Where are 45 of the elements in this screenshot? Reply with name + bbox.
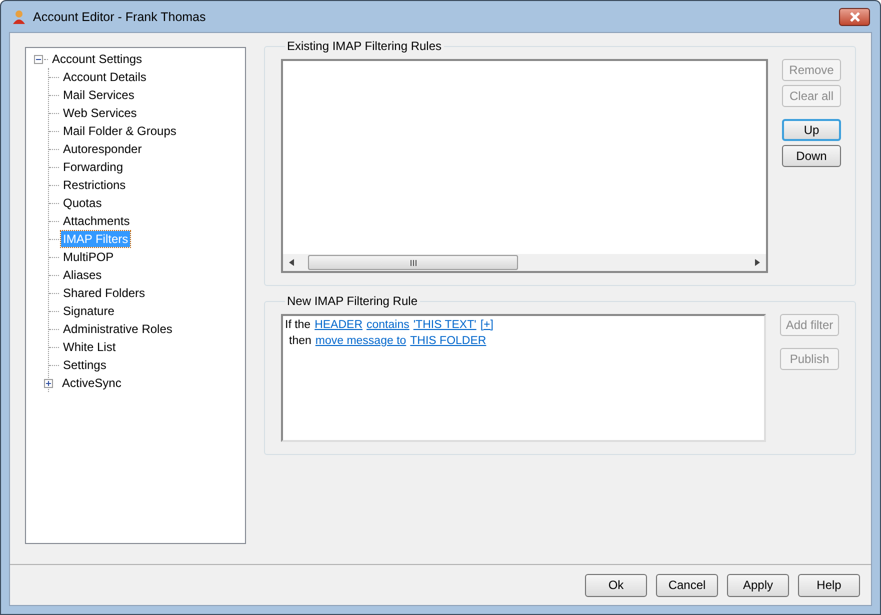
tree-item[interactable]: Web Services [61,105,139,121]
close-button[interactable] [839,8,870,26]
window-title: Account Editor - Frank Thomas [33,10,206,24]
scroll-right-icon[interactable] [755,259,760,266]
horizontal-scrollbar[interactable] [283,254,766,271]
rule-button[interactable]: Down [782,145,841,167]
group-title: New IMAP Filtering Rule [286,294,418,308]
collapse-icon[interactable] [34,54,43,64]
rule-text: then [289,334,312,349]
tree-item[interactable]: Account Details [61,69,148,85]
user-icon [11,8,27,24]
tree-item[interactable]: Shared Folders [61,285,148,301]
group-title: Existing IMAP Filtering Rules [286,39,442,53]
scrollbar-thumb[interactable] [308,255,518,270]
rule-button[interactable]: Up [782,119,841,141]
rule-editor[interactable]: If the HEADER contains 'THIS TEXT' [+] then move message to THIS FOLDER [281,314,766,442]
expand-icon[interactable] [44,378,53,388]
tree-item[interactable]: Quotas [61,195,104,211]
tree-item[interactable]: Forwarding [61,159,126,175]
tree-item[interactable]: Signature [61,303,116,319]
rule-link[interactable]: THIS FOLDER [410,333,486,349]
dialog-button[interactable]: Ok [585,574,647,596]
tree-item[interactable]: White List [61,339,118,355]
scroll-left-icon[interactable] [289,259,294,266]
tree-item[interactable]: Aliases [61,267,104,283]
tree-item[interactable]: Restrictions [61,177,128,193]
tree-item[interactable]: MultiPOP [61,249,116,265]
tree-item[interactable]: ActiveSync [60,375,124,391]
rule-text: If the [285,318,311,333]
rule-link[interactable]: [+] [480,317,494,333]
tree-item[interactable]: Mail Services [61,87,136,103]
close-icon [848,12,862,22]
rule-link[interactable]: contains [366,317,410,333]
dialog-button[interactable]: Cancel [656,574,718,596]
rule-link[interactable]: move message to [315,333,406,349]
rule-link[interactable]: HEADER [314,317,363,333]
tree-item[interactable]: Autoresponder [61,141,144,157]
tree-item[interactable]: Attachments [61,213,132,229]
tree-item[interactable]: Mail Folder & Groups [61,123,178,139]
dialog-button[interactable]: Apply [727,574,789,596]
rule-link[interactable]: 'THIS TEXT' [413,317,476,333]
tree-item[interactable]: Account Settings [50,51,144,67]
tree-item[interactable]: Administrative Roles [61,321,174,337]
dialog-button[interactable]: Help [798,574,860,596]
tree-item[interactable]: Settings [61,357,108,373]
